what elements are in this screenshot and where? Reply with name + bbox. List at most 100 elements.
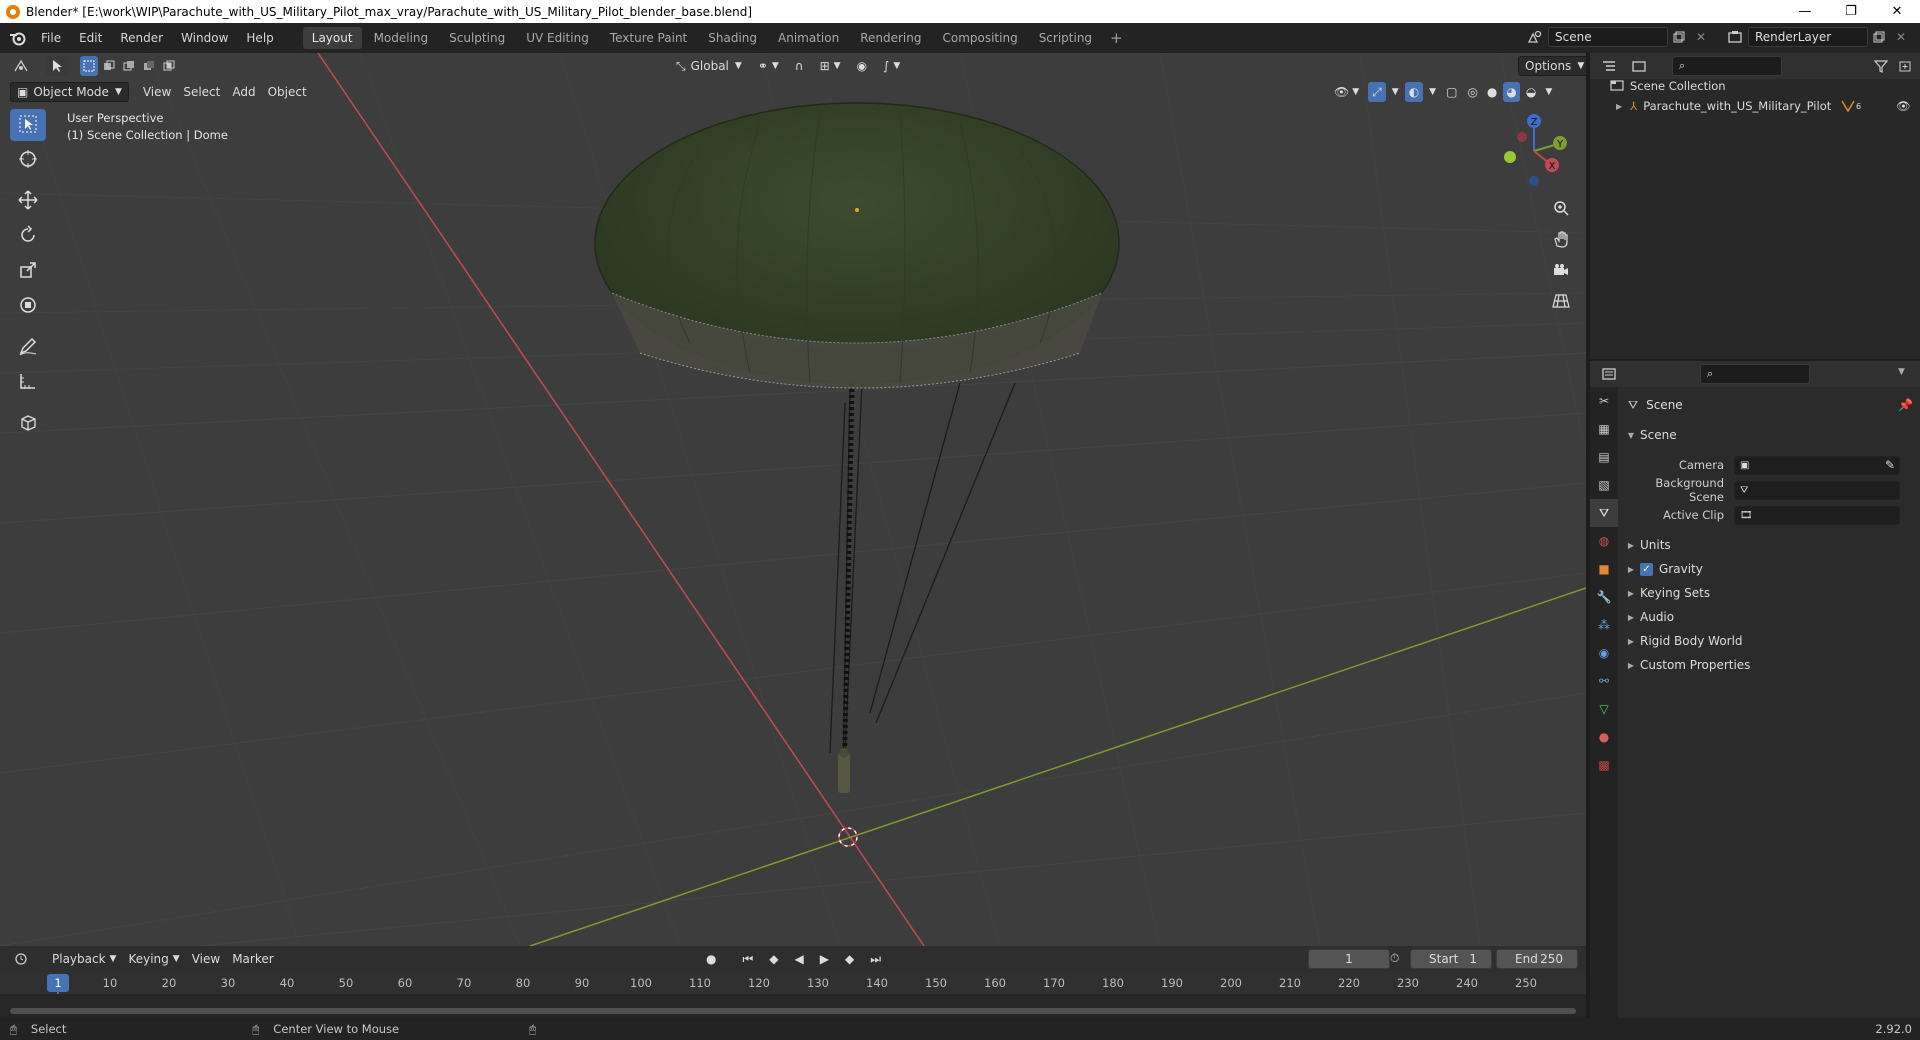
end-frame-field[interactable]: End 250 bbox=[1496, 949, 1578, 969]
shading-rendered[interactable]: ◒ bbox=[1523, 82, 1539, 102]
tab-constraints[interactable]: ⚯ bbox=[1590, 667, 1618, 695]
scale-tool[interactable] bbox=[10, 255, 46, 287]
tab-sculpting[interactable]: Sculpting bbox=[440, 27, 514, 49]
measure-tool[interactable] bbox=[10, 366, 46, 398]
tab-modifiers[interactable]: 🔧 bbox=[1590, 583, 1618, 611]
tab-render[interactable]: ▦ bbox=[1590, 415, 1618, 443]
blender-menu-icon[interactable] bbox=[4, 27, 32, 49]
timeline-editor-type-icon[interactable] bbox=[10, 949, 32, 969]
tab-scripting[interactable]: Scripting bbox=[1030, 27, 1101, 49]
transform-tool[interactable] bbox=[10, 290, 46, 322]
delete-viewlayer-icon[interactable]: ✕ bbox=[1890, 27, 1912, 47]
visibility-eye-icon[interactable]: 👁 bbox=[1896, 99, 1911, 113]
delete-scene-icon[interactable]: ✕ bbox=[1690, 27, 1712, 47]
tab-view-layer[interactable]: ▧ bbox=[1590, 471, 1618, 499]
viewlayer-name-field[interactable]: RenderLayer bbox=[1748, 27, 1868, 47]
camera-view-icon[interactable] bbox=[1548, 257, 1574, 283]
perspective-toggle-icon[interactable] bbox=[1548, 288, 1574, 314]
mode-set-icon[interactable] bbox=[80, 56, 98, 76]
active-clip-field[interactable]: 🎞 bbox=[1734, 505, 1900, 525]
snap-toggle[interactable]: ∩ bbox=[789, 56, 810, 76]
properties-search-input[interactable]: ⌕ bbox=[1700, 364, 1810, 384]
viewlayer-icon[interactable] bbox=[1724, 27, 1746, 47]
jump-keyframe-back-button[interactable]: ◆ bbox=[763, 949, 784, 969]
proportional-falloff-dropdown[interactable]: ∫ ▼ bbox=[877, 56, 906, 76]
minimize-button[interactable]: — bbox=[1782, 0, 1828, 23]
outliner-item-parachute[interactable]: ▶ ⅄ Parachute_with_US_Military_Pilot 6 👁 bbox=[1590, 96, 1920, 116]
pan-hand-icon[interactable] bbox=[1548, 226, 1574, 252]
jump-keyframe-forward-button[interactable]: ◆ bbox=[839, 949, 860, 969]
viewport-menu-view[interactable]: View bbox=[137, 82, 177, 102]
background-scene-field[interactable]: ⛛ bbox=[1734, 480, 1900, 500]
properties-editor-type-icon[interactable] bbox=[1598, 364, 1620, 384]
add-cube-tool[interactable] bbox=[10, 407, 46, 439]
tab-modeling[interactable]: Modeling bbox=[365, 27, 438, 49]
options-dropdown[interactable]: Options ▼ bbox=[1518, 56, 1592, 76]
current-frame-field[interactable]: 1 bbox=[1308, 949, 1390, 969]
play-button[interactable]: ▶ bbox=[814, 949, 835, 969]
tab-texture-paint[interactable]: Texture Paint bbox=[601, 27, 696, 49]
tab-animation[interactable]: Animation bbox=[769, 27, 848, 49]
tab-data[interactable]: ▽ bbox=[1590, 695, 1618, 723]
tab-output[interactable]: ▤ bbox=[1590, 443, 1618, 471]
select-tool-settings-icon[interactable] bbox=[46, 56, 68, 76]
3d-viewport[interactable] bbox=[0, 53, 1586, 946]
annotate-tool[interactable] bbox=[10, 331, 46, 363]
proportional-edit-toggle[interactable]: ◉ bbox=[851, 56, 873, 76]
tab-material[interactable]: ● bbox=[1590, 723, 1618, 751]
new-viewlayer-icon[interactable] bbox=[1868, 27, 1890, 47]
timeline-scrollbar[interactable] bbox=[10, 1008, 1576, 1014]
auto-keying-toggle[interactable]: ● bbox=[700, 949, 722, 969]
rotate-tool[interactable] bbox=[10, 220, 46, 252]
filter-icon[interactable] bbox=[1870, 56, 1892, 76]
pivot-point-dropdown[interactable]: ⚭ ▼ bbox=[752, 56, 785, 76]
rigid-body-world-panel-header[interactable]: ▶ Rigid Body World bbox=[1618, 629, 1920, 653]
menu-window[interactable]: Window bbox=[172, 27, 237, 49]
new-collection-icon[interactable] bbox=[1894, 56, 1916, 76]
close-button[interactable]: ✕ bbox=[1874, 0, 1920, 23]
gravity-panel-header[interactable]: ▶ ✓ Gravity bbox=[1618, 557, 1920, 581]
tab-particles[interactable]: ⁂ bbox=[1590, 611, 1618, 639]
overlay-dropdown[interactable]: ▼ bbox=[1426, 82, 1439, 102]
new-scene-icon[interactable] bbox=[1668, 27, 1690, 47]
menu-file[interactable]: File bbox=[32, 27, 70, 49]
tab-scene[interactable]: ⛛ bbox=[1590, 499, 1618, 527]
tab-compositing[interactable]: Compositing bbox=[933, 27, 1026, 49]
tab-layout[interactable]: Layout bbox=[302, 27, 362, 49]
object-mode-dropdown[interactable]: ▣ Object Mode ▼ bbox=[10, 82, 129, 102]
viewport-menu-select[interactable]: Select bbox=[177, 82, 226, 102]
editor-type-icon[interactable] bbox=[10, 56, 32, 76]
outliner-editor-type-icon[interactable] bbox=[1598, 56, 1620, 76]
menu-edit[interactable]: Edit bbox=[70, 27, 111, 49]
zoom-icon[interactable] bbox=[1548, 195, 1574, 221]
viewport-menu-add[interactable]: Add bbox=[226, 82, 261, 102]
scene-icon[interactable] bbox=[1524, 27, 1546, 47]
jump-end-button[interactable]: ⏭ bbox=[864, 949, 887, 969]
menu-render[interactable]: Render bbox=[111, 27, 172, 49]
cursor-tool[interactable] bbox=[10, 144, 46, 176]
shading-dropdown[interactable]: ▼ bbox=[1542, 82, 1555, 102]
scene-panel-header[interactable]: ▼ Scene bbox=[1618, 423, 1920, 447]
mode-invert-icon[interactable] bbox=[140, 56, 158, 76]
outliner-search-input[interactable]: ⌕ bbox=[1672, 56, 1782, 76]
camera-field[interactable]: ▣ ✎ bbox=[1734, 455, 1900, 475]
timeline-menu-playback[interactable]: Playback ▼ bbox=[46, 949, 122, 969]
tab-object[interactable]: ■ bbox=[1590, 555, 1618, 583]
custom-properties-panel-header[interactable]: ▶ Custom Properties bbox=[1618, 653, 1920, 677]
keying-sets-panel-header[interactable]: ▶ Keying Sets bbox=[1618, 581, 1920, 605]
tab-uv-editing[interactable]: UV Editing bbox=[517, 27, 598, 49]
chevron-down-icon[interactable]: ▼ bbox=[1898, 367, 1905, 377]
tab-shading[interactable]: Shading bbox=[699, 27, 766, 49]
shading-wireframe[interactable]: ◎ bbox=[1464, 82, 1480, 102]
select-box-tool[interactable] bbox=[10, 109, 46, 141]
transform-orientation-dropdown[interactable]: ⤡ Global ▼ bbox=[670, 56, 748, 76]
viewport-menu-object[interactable]: Object bbox=[262, 82, 313, 102]
scene-name-field[interactable]: Scene bbox=[1548, 27, 1668, 47]
timeline-track-area[interactable] bbox=[0, 994, 1586, 1018]
tab-texture[interactable]: ▩ bbox=[1590, 751, 1618, 779]
display-mode-icon[interactable] bbox=[1628, 56, 1650, 76]
start-frame-field[interactable]: Start 1 bbox=[1410, 949, 1492, 969]
menu-help[interactable]: Help bbox=[237, 27, 282, 49]
units-panel-header[interactable]: ▶ Units bbox=[1618, 533, 1920, 557]
eyedropper-icon[interactable]: ✎ bbox=[1885, 458, 1895, 472]
